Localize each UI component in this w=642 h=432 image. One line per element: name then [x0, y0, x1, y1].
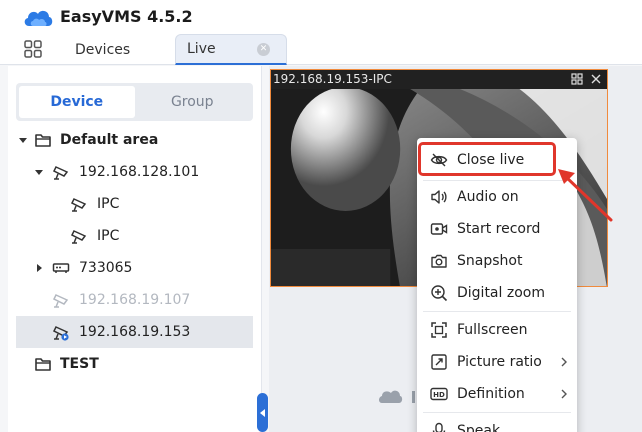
chevron-right-icon	[561, 357, 567, 367]
record-icon	[430, 223, 448, 235]
menu-item-audio-on[interactable]: Audio on	[417, 181, 577, 213]
camera-snapshot-icon	[431, 254, 447, 268]
highlight-box	[418, 142, 556, 176]
tree-node-733065[interactable]: 733065	[16, 252, 253, 284]
folder-icon	[35, 134, 51, 147]
app-title: EasyVMS 4.5.2	[60, 7, 193, 26]
video-tile-title: 192.168.19.153-IPC	[273, 72, 392, 86]
menu-item-snapshot[interactable]: Snapshot	[417, 245, 577, 277]
speaker-icon	[431, 190, 447, 204]
folder-icon	[35, 358, 51, 371]
tree-node-label: 192.168.19.153	[79, 324, 191, 340]
collapse-panel-handle[interactable]	[257, 393, 268, 432]
nvr-device-icon	[52, 263, 70, 273]
tree-node-label: 192.168.128.101	[79, 164, 200, 180]
tree-node-label: 733065	[79, 260, 133, 276]
tree-node-label: 192.168.19.107	[79, 292, 191, 308]
tree-node-label: IPC	[97, 228, 120, 244]
tree-node-label: IPC	[97, 196, 120, 212]
tree-node-ipc-2[interactable]: IPC	[16, 220, 253, 252]
tree-node-default-area[interactable]: Default area	[16, 124, 253, 156]
title-bar: EasyVMS 4.5.2	[0, 0, 642, 34]
camera-live-icon	[52, 326, 69, 341]
close-icon[interactable]	[590, 73, 602, 85]
menu-item-label: Snapshot	[457, 253, 523, 269]
menu-item-speak[interactable]: Speak	[417, 415, 577, 432]
tree-node-ipc-1[interactable]: IPC	[16, 188, 253, 220]
tree-node-label: Default area	[60, 132, 159, 148]
menu-item-label: Speak	[457, 423, 501, 432]
menu-item-label: Digital zoom	[457, 285, 545, 301]
microphone-icon	[432, 422, 446, 432]
video-tile-header: 192.168.19.153-IPC	[271, 70, 607, 89]
menu-item-definition[interactable]: HD Definition	[417, 378, 577, 410]
fullscreen-icon	[431, 322, 447, 338]
svg-text:HD: HD	[433, 391, 445, 399]
tab-live[interactable]: Live ✕	[175, 34, 287, 65]
aspect-ratio-icon	[431, 354, 447, 370]
tree-node-camera-19-153[interactable]: 192.168.19.153	[16, 316, 253, 348]
tab-bar: Devices Live ✕	[0, 34, 642, 65]
menu-item-picture-ratio[interactable]: Picture ratio	[417, 346, 577, 378]
layout-split-icon[interactable]	[571, 73, 583, 85]
segment-device[interactable]: Device	[19, 86, 135, 118]
tree-node-nvr-128-101[interactable]: 192.168.128.101	[16, 156, 253, 188]
menu-separator	[423, 311, 571, 312]
camera-icon	[52, 166, 69, 180]
tab-devices[interactable]: Devices	[75, 34, 130, 65]
tree-node-camera-19-107[interactable]: 192.168.19.107	[16, 284, 253, 316]
cloud-watermark-icon	[379, 390, 415, 403]
menu-item-digital-zoom[interactable]: Digital zoom	[417, 277, 577, 309]
menu-separator	[423, 412, 571, 413]
device-group-switch: Device Group	[16, 83, 253, 121]
device-panel: Device Group Default area 192.168.128.10…	[8, 66, 262, 432]
hd-icon: HD	[430, 387, 448, 401]
zoom-in-icon	[431, 285, 448, 302]
annotation-arrow-icon	[558, 169, 613, 222]
caret-right-icon[interactable]	[34, 263, 44, 273]
menu-item-label: Definition	[457, 386, 525, 402]
tab-label: Devices	[75, 41, 131, 58]
caret-down-icon[interactable]	[34, 167, 44, 177]
tab-label: Live	[187, 41, 216, 57]
chevron-right-icon	[561, 389, 567, 399]
menu-item-start-record[interactable]: Start record	[417, 213, 577, 245]
cloud-logo-icon	[24, 10, 53, 26]
camera-icon	[70, 230, 87, 244]
menu-item-label: Fullscreen	[457, 322, 528, 338]
caret-down-icon[interactable]	[18, 135, 28, 145]
menu-item-fullscreen[interactable]: Fullscreen	[417, 314, 577, 346]
grid-menu-icon[interactable]	[24, 40, 42, 58]
segment-group[interactable]: Group	[135, 86, 251, 118]
camera-icon	[70, 198, 87, 212]
menu-item-label: Audio on	[457, 189, 519, 205]
menu-item-label: Start record	[457, 221, 541, 237]
tree-node-label: TEST	[60, 356, 99, 372]
context-menu: Close live Audio on Start record Snapsho…	[417, 138, 577, 432]
close-icon[interactable]: ✕	[257, 43, 270, 56]
tree-node-test[interactable]: TEST	[16, 348, 253, 380]
camera-offline-icon	[52, 294, 69, 308]
menu-item-label: Picture ratio	[457, 354, 542, 370]
